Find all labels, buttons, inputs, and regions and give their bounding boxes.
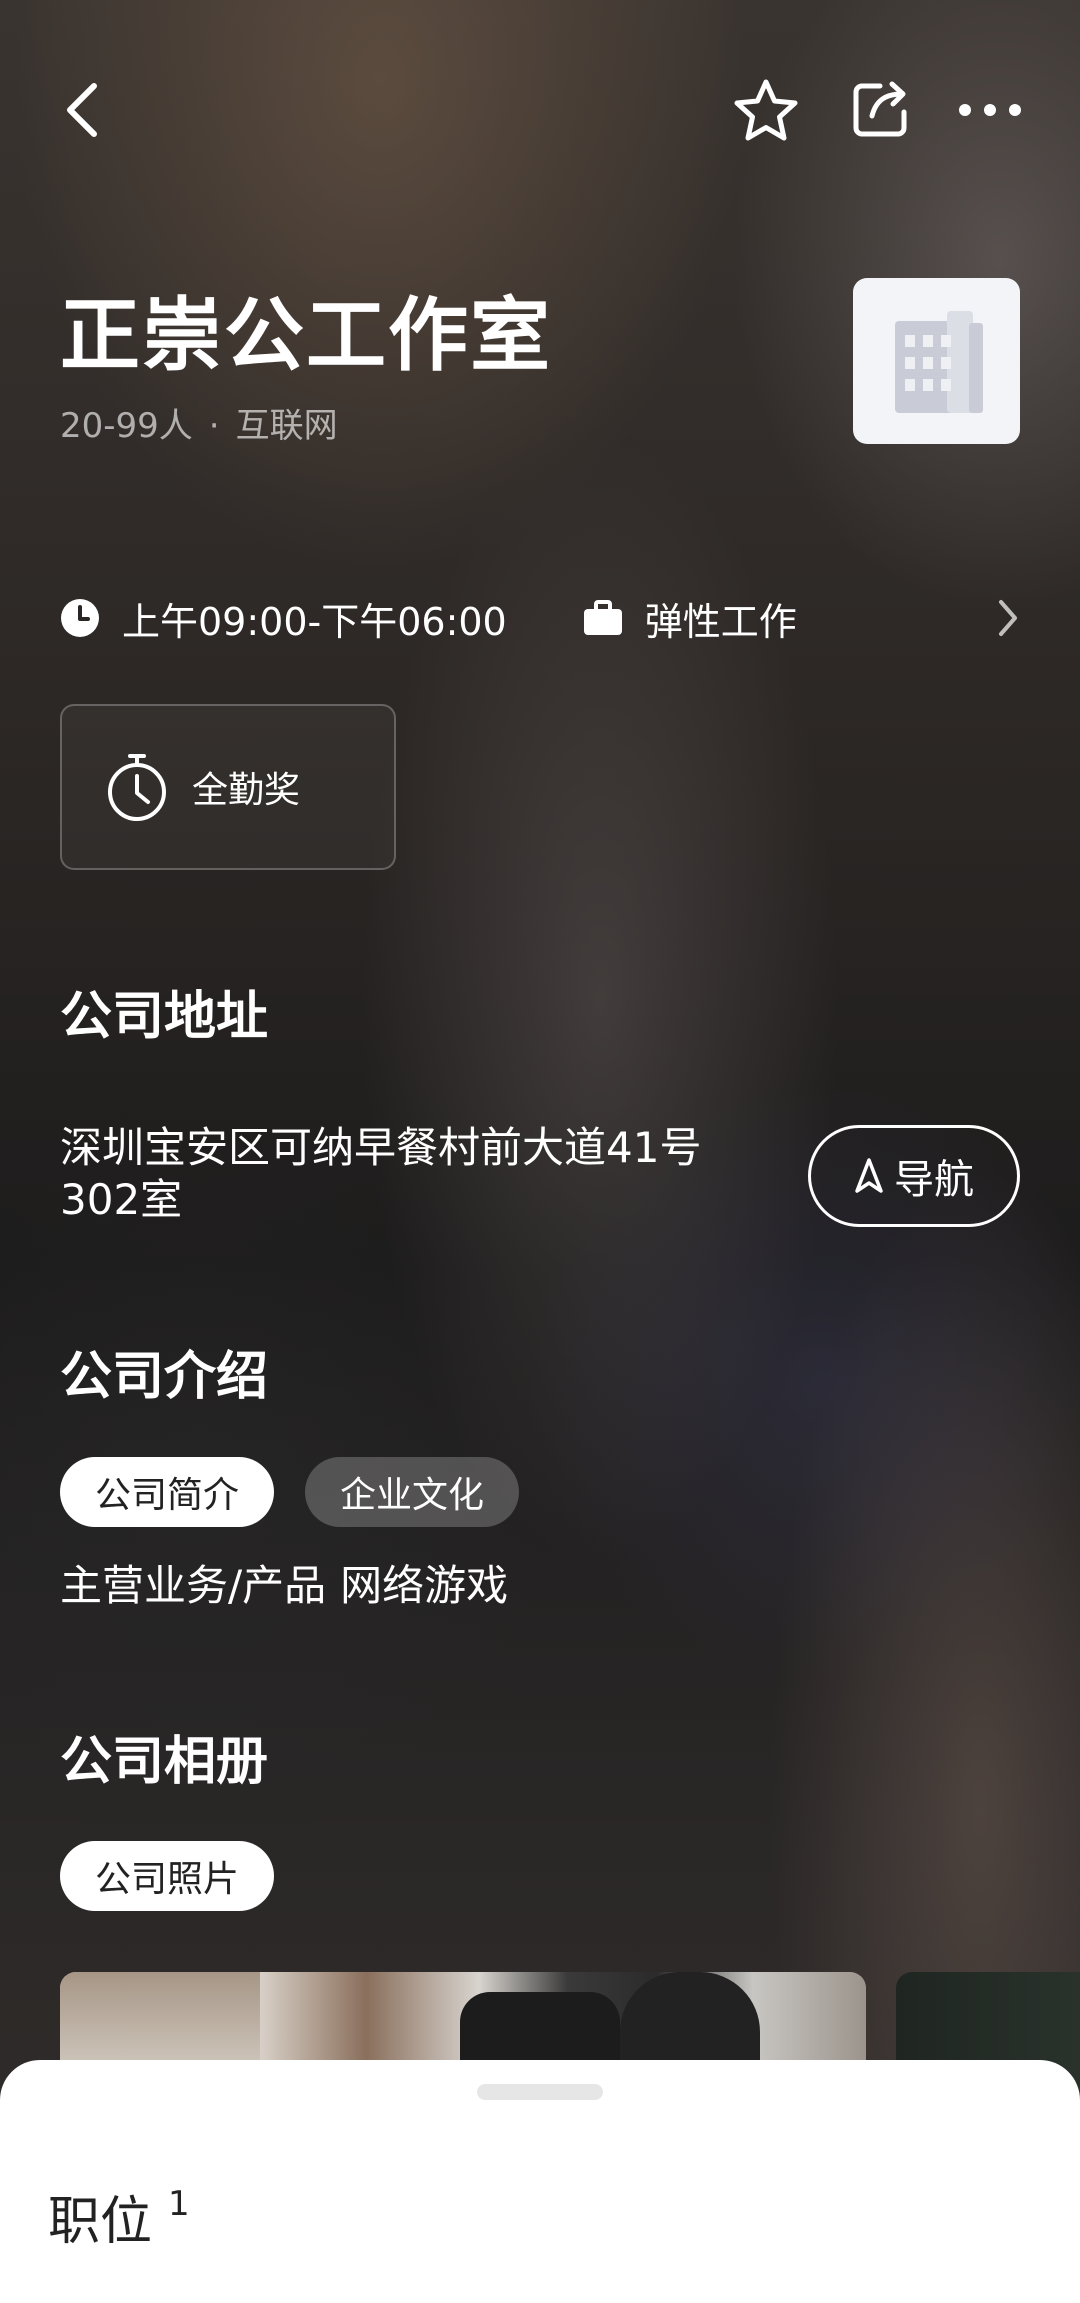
company-logo [853,278,1020,444]
address-section-title: 公司地址 [60,987,269,1047]
company-name: 正崇公工作室 [60,289,552,382]
chevron-left-icon [67,83,97,137]
tab-company-culture[interactable]: 企业文化 [305,1457,519,1527]
navigation-arrow-icon [855,1158,883,1193]
company-industry: 互联网 [235,406,338,446]
navigate-button[interactable]: 导航 [808,1125,1020,1227]
work-type: 弹性工作 [583,591,797,646]
tab-company-profile[interactable]: 公司简介 [60,1457,274,1527]
building-icon [894,311,983,413]
business-info: 主营业务/产品 网络游戏 [60,1558,508,1614]
address-line-1: 深圳宝安区可纳早餐村前大道41号 [60,1123,702,1172]
sheet-drag-handle[interactable] [477,2084,603,2100]
company-detail-page: 正崇公工作室 20-99人 · 互联网 上午09:00-下午06:00 弹性工作… [0,0,1080,2303]
company-address: 深圳宝安区可纳早餐村前大道41号 302室 [60,1122,780,1226]
more-button[interactable] [954,74,1026,146]
more-horizontal-icon [959,104,1021,116]
album-section-title: 公司相册 [60,1732,269,1792]
jobs-bottom-sheet[interactable]: 职位 1 [0,2060,1080,2303]
welfare-label: 全勤奖 [192,770,301,811]
welfare-card[interactable]: 全勤奖 [60,704,396,870]
navigate-label: 导航 [894,1157,974,1203]
favorite-button[interactable] [730,74,802,146]
business-label: 主营业务/产品 [60,1561,327,1610]
work-info-row[interactable]: 上午09:00-下午06:00 弹性工作 [60,588,1020,648]
intro-section-title: 公司介绍 [60,1347,269,1407]
back-button[interactable] [46,74,118,146]
stopwatch-icon [108,754,166,821]
star-icon [734,79,798,141]
work-hours-text: 上午09:00-下午06:00 [122,599,507,644]
share-icon [853,81,907,137]
company-size: 20-99人 [60,406,193,446]
jobs-count: 1 [168,2184,190,2224]
business-value: 网络游戏 [340,1561,509,1610]
briefcase-icon [583,600,622,635]
meta-separator: · [208,406,220,446]
work-hours: 上午09:00-下午06:00 [60,591,507,646]
jobs-title: 职位 [48,2192,153,2252]
clock-icon [61,599,99,637]
share-button[interactable] [844,74,916,146]
company-meta: 20-99人 · 互联网 [60,402,338,450]
chevron-right-icon [999,600,1017,636]
address-line-2: 302室 [60,1175,183,1224]
work-type-text: 弹性工作 [644,599,797,644]
tab-company-photos[interactable]: 公司照片 [60,1841,274,1911]
